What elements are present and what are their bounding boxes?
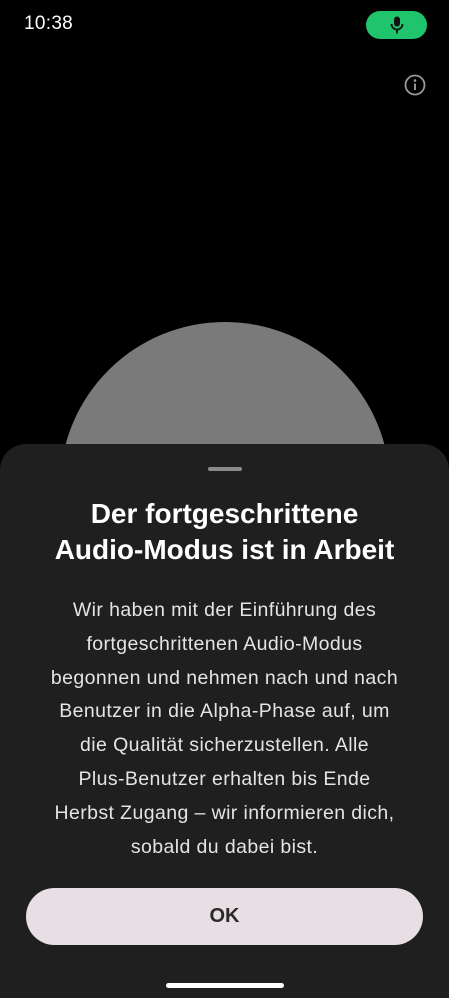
sheet-message: Wir haben mit der Einführung des fortges… <box>50 599 399 858</box>
ok-button[interactable]: OK <box>26 888 423 945</box>
info-icon <box>404 74 426 96</box>
home-indicator[interactable] <box>166 983 284 988</box>
microphone-icon <box>390 16 403 34</box>
microphone-in-use-indicator[interactable] <box>366 11 427 39</box>
status-bar: 10:38 <box>0 0 449 50</box>
sheet-title: Der fortgeschrittene Audio-Modus ist in … <box>54 498 395 565</box>
status-time: 10:38 <box>24 13 74 34</box>
bottom-sheet: Der fortgeschrittene Audio-Modus ist in … <box>0 444 449 998</box>
sheet-drag-handle[interactable] <box>208 467 242 471</box>
info-button[interactable] <box>402 72 428 98</box>
